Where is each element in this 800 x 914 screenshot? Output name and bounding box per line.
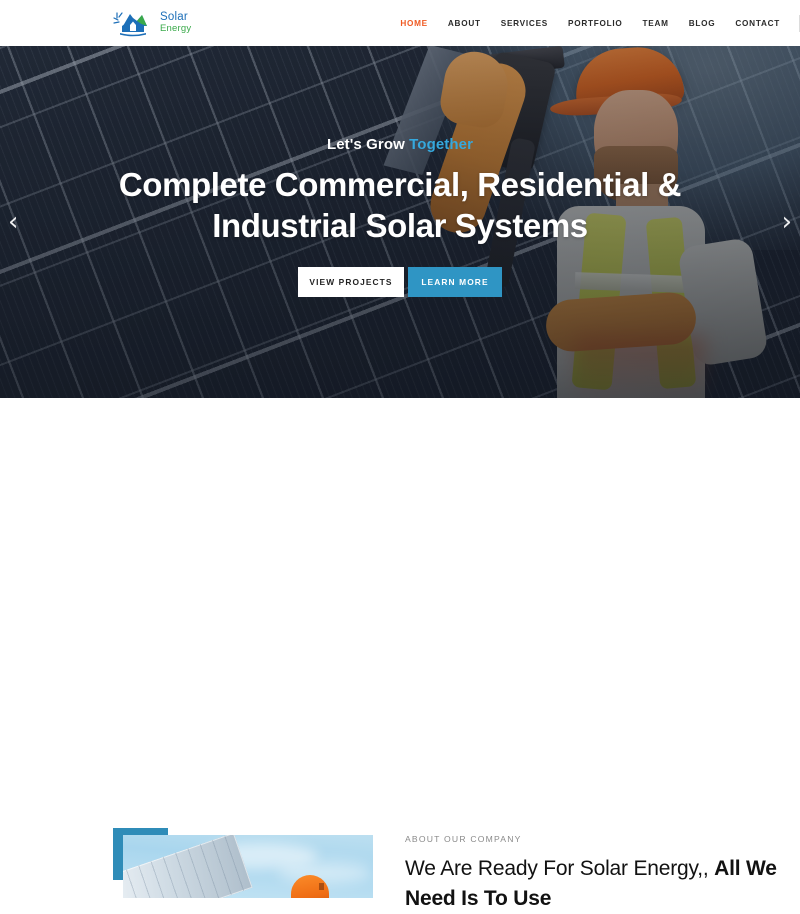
about-text-block: ABOUT OUR COMPANY We Are Ready For Solar… — [405, 834, 795, 914]
site-header: Solar Energy HOME ABOUT SERVICES PORTFOL… — [0, 0, 800, 46]
nav-item-home[interactable]: HOME — [390, 19, 438, 28]
carousel-prev-arrow-icon[interactable]: ‹ — [8, 209, 18, 235]
main-navigation: HOME ABOUT SERVICES PORTFOLIO TEAM BLOG … — [390, 10, 800, 36]
hero-subtitle: Let's Grow Together — [327, 136, 473, 153]
cloud-shape-secondary — [278, 861, 373, 883]
solar-panel-array — [123, 835, 253, 898]
nav-item-portfolio[interactable]: PORTFOLIO — [558, 19, 633, 28]
about-image — [123, 835, 373, 898]
view-projects-button[interactable]: VIEW PROJECTS — [298, 266, 404, 297]
site-logo[interactable]: Solar Energy — [113, 9, 191, 37]
logo-wordmark: Solar Energy — [160, 12, 192, 35]
nav-item-services[interactable]: SERVICES — [491, 19, 558, 28]
nav-item-about[interactable]: ABOUT — [438, 19, 491, 28]
nav-item-blog[interactable]: BLOG — [679, 19, 726, 28]
hero-subtitle-accent: Together — [409, 136, 474, 153]
about-heading: We Are Ready For Solar Energy,, All We N… — [405, 854, 795, 914]
hero-carousel: Let's Grow Together Complete Commercial,… — [0, 46, 800, 398]
hero-content: Let's Grow Together Complete Commercial,… — [0, 46, 800, 398]
solar-house-logo-icon — [113, 9, 153, 37]
about-heading-regular: We Are Ready For Solar Energy,, — [405, 857, 715, 880]
logo-line-2: Energy — [160, 23, 192, 35]
learn-more-button[interactable]: LEARN MORE — [408, 266, 502, 297]
carousel-next-arrow-icon[interactable]: › — [782, 209, 792, 235]
nav-item-contact[interactable]: CONTACT — [725, 19, 790, 28]
about-section: ABOUT OUR COMPANY We Are Ready For Solar… — [0, 398, 800, 910]
nav-item-team[interactable]: TEAM — [633, 19, 679, 28]
hero-buttons: VIEW PROJECTS LEARN MORE — [298, 266, 502, 297]
hard-hat-detail — [319, 883, 324, 890]
about-eyebrow-label: ABOUT OUR COMPANY — [405, 834, 522, 844]
hero-title: Complete Commercial, Residential & Indus… — [118, 166, 682, 244]
hero-subtitle-plain: Let's Grow — [326, 136, 410, 153]
